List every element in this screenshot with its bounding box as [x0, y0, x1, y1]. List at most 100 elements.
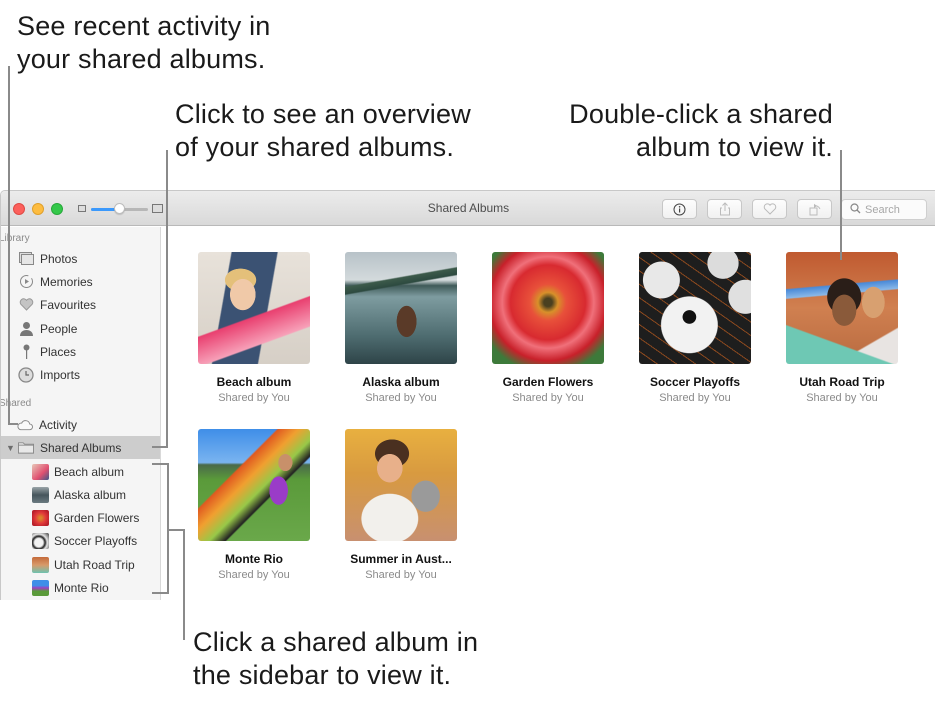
callout-line: your shared albums.: [17, 44, 266, 74]
photos-window: Shared Albums Search Library Photos Memo…: [0, 190, 935, 600]
callout-activity: See recent activity in your shared album…: [17, 10, 271, 76]
sidebar-item-imports[interactable]: Imports: [1, 363, 160, 386]
album-subtitle: Shared by You: [218, 392, 290, 404]
sidebar-item-label: Monte Rio: [54, 580, 109, 595]
album-subtitle: Shared by You: [365, 569, 437, 581]
cloud-icon: [17, 417, 33, 433]
share-icon: [719, 202, 730, 216]
search-placeholder: Search: [865, 203, 900, 216]
pin-icon: [18, 344, 34, 360]
album-cover-photo: [198, 429, 310, 541]
memories-icon: [18, 274, 34, 290]
sidebar-item-label: Photos: [40, 251, 78, 266]
sidebar-item-label: Favourites: [40, 297, 97, 312]
heart-icon: [18, 297, 34, 313]
album-tile-monte-rio[interactable]: Monte Rio Shared by You: [180, 429, 328, 581]
sidebar-item-favourites[interactable]: Favourites: [1, 293, 160, 316]
favourite-button[interactable]: [752, 199, 787, 219]
album-name: Utah Road Trip: [799, 375, 885, 389]
sidebar-item-places[interactable]: Places: [1, 340, 160, 363]
sidebar-item-people[interactable]: People: [1, 317, 160, 340]
album-name: Garden Flowers: [502, 375, 594, 389]
album-cover-photo: [345, 429, 457, 541]
album-thumbnail: [32, 532, 49, 549]
sidebar-item-label: Alaska album: [54, 487, 127, 502]
album-tile-garden-flowers[interactable]: Garden Flowers Shared by You: [474, 252, 622, 404]
sidebar-album-alaska[interactable]: Alaska album: [1, 483, 160, 506]
leader-line-overview: [166, 150, 168, 448]
sidebar-album-monte-rio[interactable]: Monte Rio: [1, 576, 160, 599]
album-thumbnail: [32, 556, 49, 573]
sidebar-item-label: Utah Road Trip: [54, 557, 135, 572]
window-title: Shared Albums: [427, 201, 510, 215]
share-button[interactable]: [707, 199, 742, 219]
section-title-library: Library: [0, 233, 30, 244]
leader-line-sidebar: [183, 529, 185, 640]
album-subtitle: Shared by You: [659, 392, 731, 404]
leader-line-activity: [8, 66, 10, 424]
album-thumbnail: [32, 579, 49, 596]
sidebar-item-label: People: [40, 321, 78, 336]
disclosure-triangle-icon[interactable]: ▼: [6, 443, 15, 453]
album-name: Summer in Aust...: [350, 552, 452, 566]
sidebar-item-label: Beach album: [54, 464, 125, 479]
album-tile-summer-in-australia[interactable]: Summer in Aust... Shared by You: [327, 429, 475, 581]
album-cover-photo: [198, 252, 310, 364]
photos-icon: [18, 251, 34, 267]
albums-grid: Beach album Shared by You Alaska album S…: [162, 227, 935, 600]
sidebar-item-label: Memories: [40, 274, 93, 289]
album-cover-photo: [786, 252, 898, 364]
search-icon: [850, 202, 861, 217]
clock-icon: [18, 366, 34, 383]
info-icon: [673, 203, 686, 215]
title-bar: Shared Albums Search: [1, 191, 935, 226]
callout-line: Click a shared album in: [193, 627, 479, 657]
album-tile-soccer-playoffs[interactable]: Soccer Playoffs Shared by You: [621, 252, 769, 404]
album-tile-beach[interactable]: Beach album Shared by You: [180, 252, 328, 404]
sidebar-item-label: Garden Flowers: [54, 510, 140, 525]
folder-icon: [18, 440, 34, 456]
rotate-icon: [809, 203, 820, 216]
album-thumbnail: [32, 486, 49, 503]
album-name: Monte Rio: [225, 552, 283, 566]
callout-line: Double-click a shared: [569, 99, 833, 129]
sidebar-album-garden-flowers[interactable]: Garden Flowers: [1, 506, 160, 529]
sidebar-item-memories[interactable]: Memories: [1, 270, 160, 293]
callout-overview: Click to see an overview of your shared …: [175, 98, 471, 164]
album-name: Soccer Playoffs: [649, 375, 741, 389]
leader-line-overview: [152, 446, 168, 448]
album-thumbnail: [32, 509, 49, 526]
sidebar: Library Photos Memories Favourites Peopl…: [1, 227, 161, 600]
leader-line-double-click: [840, 150, 842, 260]
rotate-button[interactable]: [797, 199, 832, 219]
sidebar-album-beach[interactable]: Beach album: [1, 460, 160, 483]
sidebar-album-soccer-playoffs[interactable]: Soccer Playoffs: [1, 529, 160, 552]
sidebar-item-label: Activity: [39, 417, 78, 432]
album-subtitle: Shared by You: [218, 569, 290, 581]
sidebar-item-label: Places: [40, 344, 77, 359]
search-field[interactable]: Search: [841, 199, 927, 220]
album-name: Beach album: [216, 375, 292, 389]
album-cover-photo: [345, 252, 457, 364]
leader-line-activity: [8, 423, 18, 425]
person-icon: [18, 321, 34, 337]
sidebar-item-photos[interactable]: Photos: [1, 247, 160, 270]
album-subtitle: Shared by You: [512, 392, 584, 404]
sidebar-item-shared-albums[interactable]: ▼ Shared Albums: [1, 436, 160, 459]
album-cover-photo: [492, 252, 604, 364]
album-thumbnail: [32, 463, 49, 480]
callout-line: the sidebar to view it.: [193, 660, 452, 690]
album-subtitle: Shared by You: [806, 392, 878, 404]
sidebar-item-label: Shared Albums: [40, 440, 122, 455]
album-tile-utah-road-trip[interactable]: Utah Road Trip Shared by You: [768, 252, 916, 404]
sidebar-album-utah-road-trip[interactable]: Utah Road Trip: [1, 553, 160, 576]
info-button[interactable]: [662, 199, 697, 219]
sidebar-item-activity[interactable]: Activity: [1, 413, 160, 436]
album-tile-alaska[interactable]: Alaska album Shared by You: [327, 252, 475, 404]
heart-icon: [763, 203, 776, 215]
callout-line: album to view it.: [636, 132, 833, 162]
section-title-shared: Shared: [0, 398, 32, 409]
sidebar-item-label: Imports: [40, 367, 81, 382]
leader-bracket-sidebar: [152, 592, 169, 594]
sidebar-item-label: Soccer Playoffs: [54, 533, 138, 548]
